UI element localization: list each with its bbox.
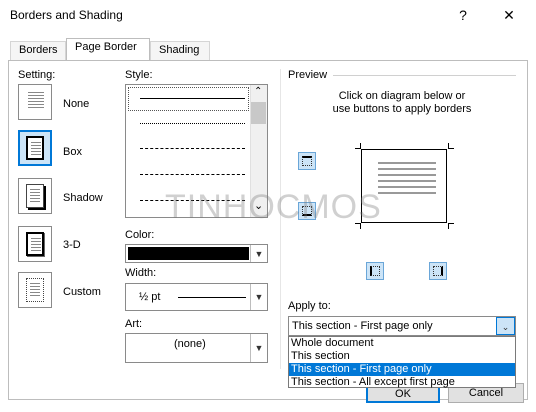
style-option-solid[interactable] — [140, 98, 245, 99]
style-option-dash-long[interactable] — [140, 174, 245, 175]
apply-option-this-section[interactable]: This section — [289, 350, 515, 363]
style-label: Style: — [125, 69, 153, 81]
setting-box-label[interactable]: Box — [63, 146, 82, 158]
right-border-button[interactable] — [429, 262, 447, 280]
apply-to-label: Apply to: — [288, 300, 331, 312]
width-line-sample — [178, 297, 246, 298]
setting-label: Setting: — [18, 69, 56, 81]
tab-shading-label: Shading — [159, 44, 200, 56]
color-picker[interactable]: ▼ — [125, 244, 268, 263]
preview-instructions-line1: Click on diagram below or — [338, 90, 466, 102]
tab-borders[interactable]: Borders — [10, 41, 66, 60]
dialog-title: Borders and Shading — [10, 8, 123, 22]
preview-label: Preview — [288, 69, 328, 81]
top-border-button[interactable] — [298, 152, 316, 170]
art-label: Art: — [125, 318, 143, 330]
style-selected-outline — [128, 87, 249, 111]
apply-option-all-except-first[interactable]: This section - All except first page — [289, 376, 515, 389]
title-bar: Borders and Shading ? ✕ — [0, 0, 536, 32]
preview-instructions-line2: use buttons to apply borders — [332, 103, 472, 115]
art-select[interactable]: (none) ▼ — [125, 333, 268, 363]
width-value: ½ pt — [139, 291, 161, 303]
setting-none-label[interactable]: None — [63, 98, 89, 110]
preview-text-lines — [378, 162, 436, 198]
close-button[interactable]: ✕ — [492, 4, 526, 26]
tab-page-border-label: Page Border — [75, 41, 137, 53]
setting-3d-thumbnail[interactable] — [18, 226, 52, 262]
scroll-up-icon[interactable]: ⌃ — [254, 86, 262, 97]
setting-custom-label[interactable]: Custom — [63, 286, 101, 298]
color-dropdown-icon[interactable]: ▼ — [250, 245, 267, 262]
tab-shading[interactable]: Shading — [150, 41, 210, 60]
setting-none-thumbnail[interactable] — [18, 84, 52, 120]
width-label: Width: — [125, 267, 157, 279]
preview-separator — [333, 75, 516, 76]
watermark-text: TINHOCMOS — [165, 188, 382, 226]
apply-to-select[interactable]: This section - First page only ⌄ — [288, 316, 516, 336]
apply-to-dropdown-list[interactable]: Whole document This section This section… — [288, 336, 516, 388]
setting-custom-thumbnail[interactable] — [18, 272, 52, 308]
setting-shadow-thumbnail[interactable] — [18, 178, 52, 214]
setting-box-thumbnail[interactable] — [18, 130, 52, 166]
apply-to-value: This section - First page only — [292, 320, 433, 332]
style-scroll-thumb[interactable] — [251, 102, 266, 124]
apply-option-first-page-only[interactable]: This section - First page only — [289, 363, 515, 376]
apply-to-dropdown-icon[interactable]: ⌄ — [496, 317, 515, 335]
style-option-dotted[interactable] — [140, 123, 245, 124]
art-dropdown-icon[interactable]: ▼ — [250, 334, 267, 362]
style-option-dashed[interactable] — [140, 148, 245, 149]
art-value: (none) — [174, 338, 206, 350]
setting-shadow-label[interactable]: Shadow — [63, 192, 103, 204]
help-button[interactable]: ? — [446, 4, 480, 26]
setting-3d-label[interactable]: 3-D — [63, 239, 81, 251]
width-select[interactable]: ½ pt ▼ — [125, 283, 268, 311]
apply-option-whole-document[interactable]: Whole document — [289, 337, 515, 350]
left-border-button[interactable] — [366, 262, 384, 280]
width-dropdown-icon[interactable]: ▼ — [250, 284, 267, 310]
color-label: Color: — [125, 229, 155, 241]
tab-page-border[interactable]: Page Border — [66, 38, 150, 60]
tab-borders-label: Borders — [19, 44, 58, 56]
color-swatch — [128, 247, 249, 260]
preview-instructions: Click on diagram below or use buttons to… — [298, 90, 506, 116]
